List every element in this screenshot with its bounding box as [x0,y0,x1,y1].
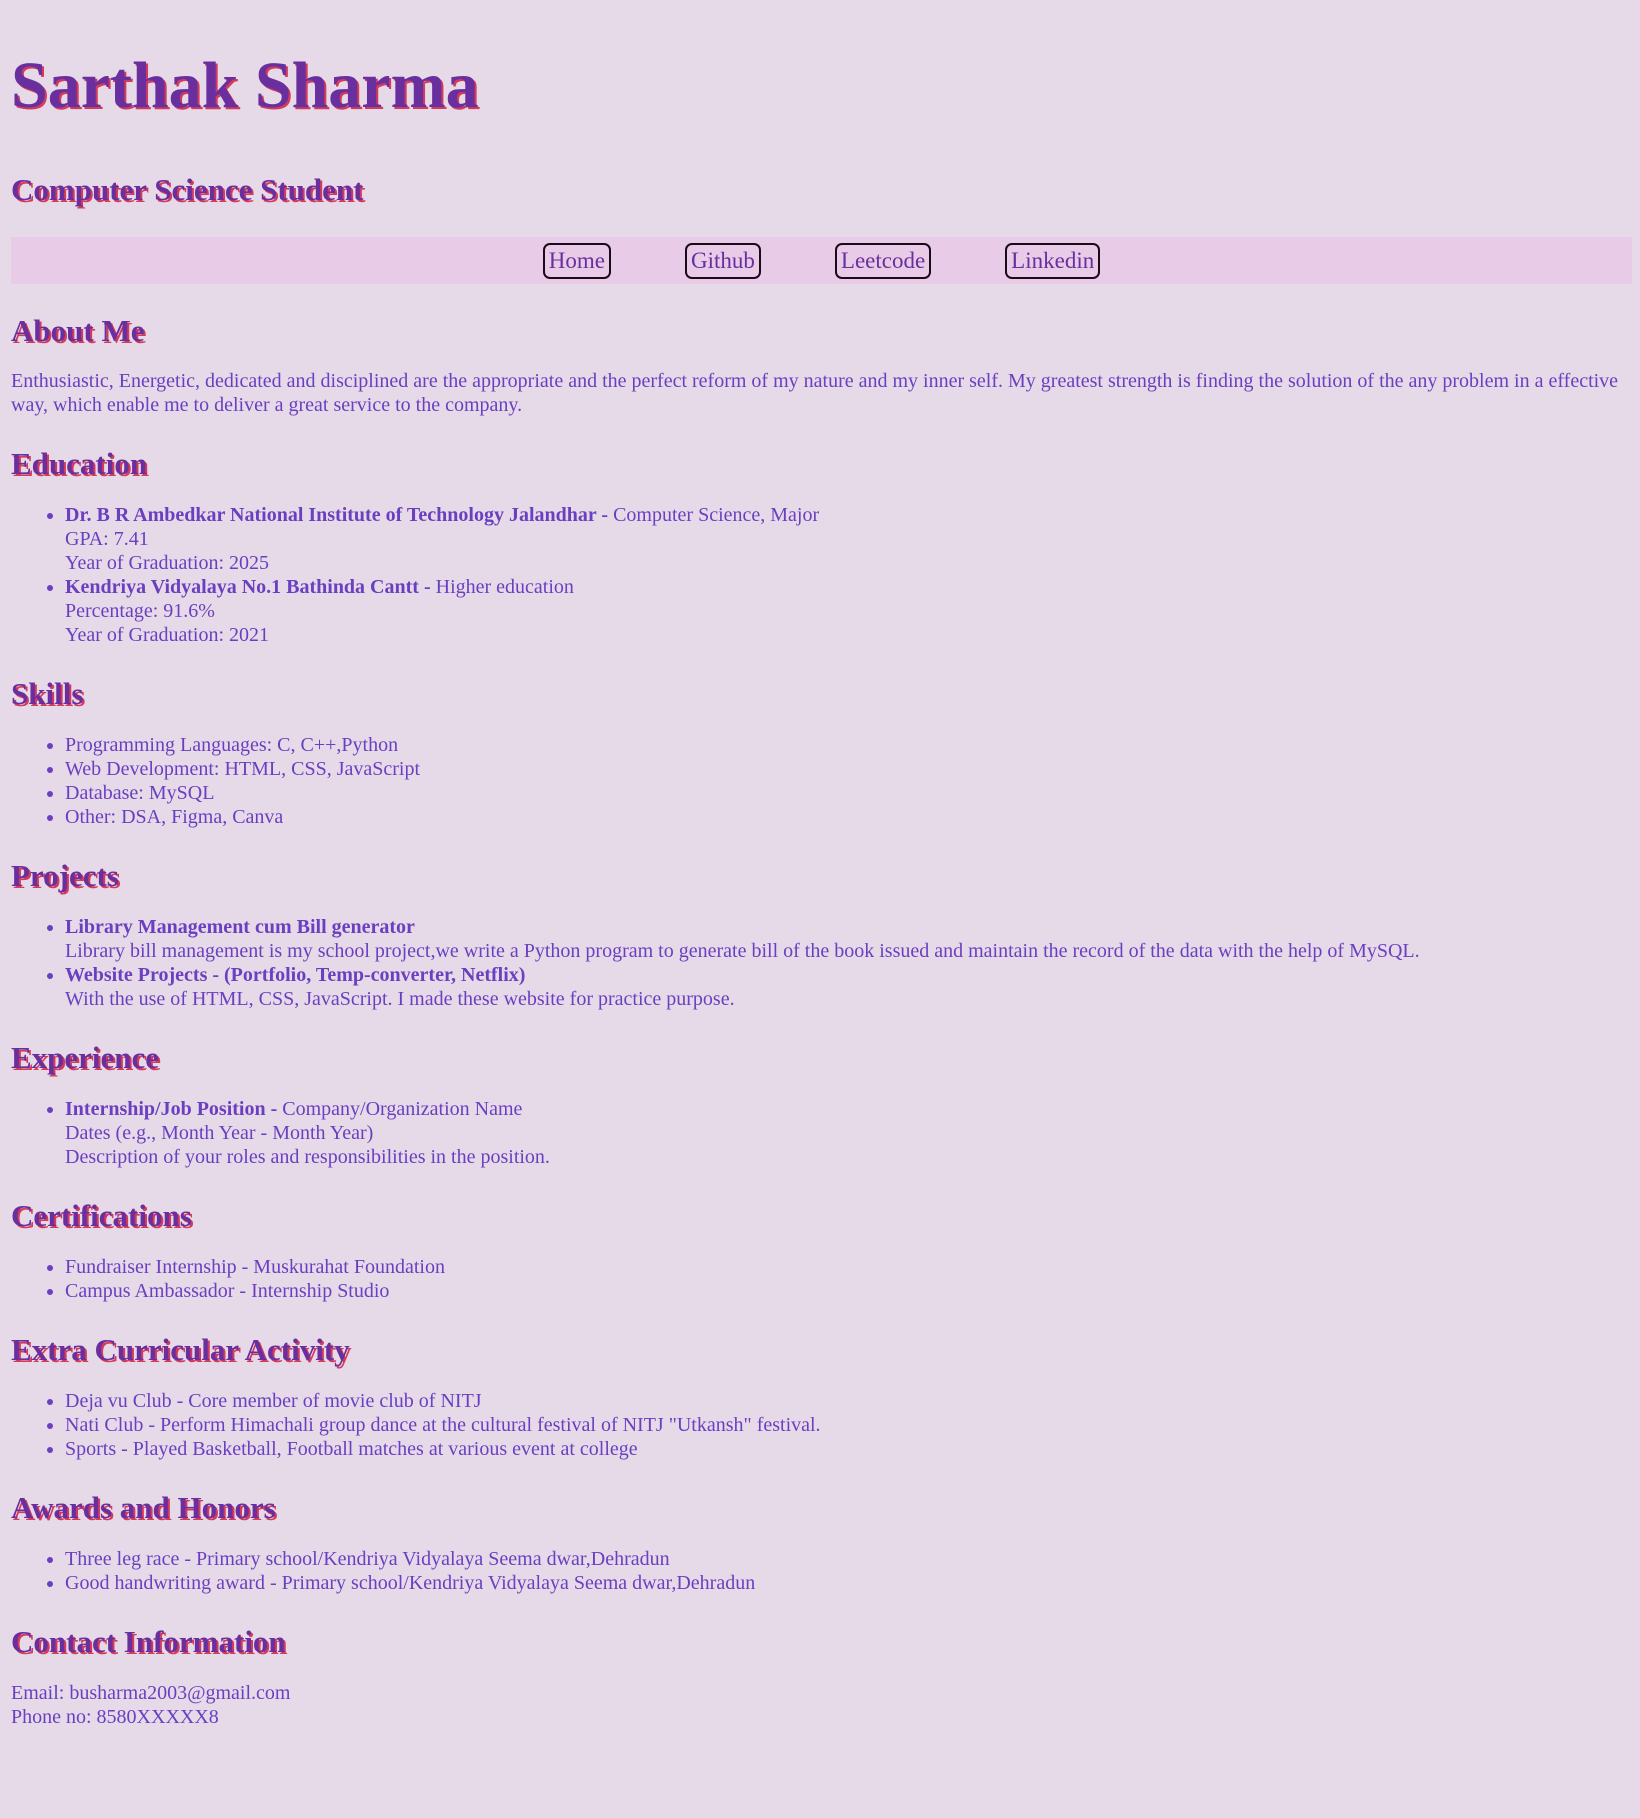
awards-heading: Awards and Honors [11,1490,276,1525]
list-item: Deja vu Club - Core member of movie club… [65,1389,1632,1413]
projects-heading: Projects [11,858,119,893]
graduation-year: Year of Graduation: 2025 [65,552,270,574]
list-item: Good handwriting award - Primary school/… [65,1571,1632,1595]
about-heading: About Me [11,313,145,348]
list-item: Internship/Job Position - Company/Organi… [65,1097,1632,1169]
certifications-heading: Certifications [11,1198,192,1233]
list-item: Database: MySQL [65,781,1632,805]
dates: Dates (e.g., Month Year - Month Year) [65,1122,374,1144]
list-item: Other: DSA, Figma, Canva [65,805,1632,829]
experience-list: Internship/Job Position - Company/Organi… [11,1097,1632,1169]
education-list: Dr. B R Ambedkar National Institute of T… [11,503,1632,647]
page-subtitle: Computer Science Student [11,172,364,207]
institution-name: Kendriya Vidyalaya No.1 Bathinda Cantt [65,576,419,598]
list-item: Programming Languages: C, C++,Python [65,733,1632,757]
certifications-list: Fundraiser Internship - Muskurahat Found… [11,1255,1632,1303]
graduation-year: Year of Graduation: 2021 [65,624,270,646]
about-text: Enthusiastic, Energetic, dedicated and d… [11,370,1619,416]
contact-phone: Phone no: 8580XXXXX8 [11,1706,219,1728]
contact-heading: Contact Information [11,1624,286,1659]
list-item: Three leg race - Primary school/Kendriya… [65,1547,1632,1571]
percentage: Percentage: 91.6% [65,600,215,622]
experience-description: Description of your roles and responsibi… [65,1146,550,1168]
list-item: Dr. B R Ambedkar National Institute of T… [65,503,1632,575]
nav-linkedin-button[interactable]: Linkedin [1005,242,1101,279]
position: Internship/Job Position [65,1098,266,1120]
program: Higher education [435,576,574,598]
list-item: Nati Club - Perform Himachali group danc… [65,1413,1632,1437]
extra-curricular-list: Deja vu Club - Core member of movie club… [11,1389,1632,1461]
nav-home-button[interactable]: Home [542,242,611,279]
separator: - [596,504,614,526]
extra-curricular-heading: Extra Curricular Activity [11,1332,350,1367]
awards-list: Three leg race - Primary school/Kendriya… [11,1547,1632,1595]
list-item: Campus Ambassador - Internship Studio [65,1279,1632,1303]
nav-leetcode-button[interactable]: Leetcode [834,242,932,279]
project-description: Library bill management is my school pro… [65,940,1420,962]
list-item: Kendriya Vidyalaya No.1 Bathinda Cantt -… [65,575,1632,647]
gpa: GPA: 7.41 [65,528,149,550]
project-title: Library Management cum Bill generator [65,916,415,938]
list-item: Fundraiser Internship - Muskurahat Found… [65,1255,1632,1279]
project-description: With the use of HTML, CSS, JavaScript. I… [65,988,735,1010]
education-heading: Education [11,446,148,481]
list-item: Sports - Played Basketball, Football mat… [65,1437,1632,1461]
separator: - [418,576,436,598]
company: Company/Organization Name [282,1098,523,1120]
program: Computer Science, Major [613,504,820,526]
institution-name: Dr. B R Ambedkar National Institute of T… [65,504,597,526]
projects-list: Library Management cum Bill generator Li… [11,915,1632,1011]
separator: - [265,1098,283,1120]
project-title: Website Projects - (Portfolio, Temp-conv… [65,964,526,986]
contact-email: Email: busharma2003@gmail.com [11,1682,291,1704]
nav-bar: Home Github Leetcode Linkedin [11,237,1632,284]
skills-heading: Skills [11,676,84,711]
page-title: Sarthak Sharma [11,49,479,122]
list-item: Web Development: HTML, CSS, JavaScript [65,757,1632,781]
list-item: Website Projects - (Portfolio, Temp-conv… [65,963,1632,1011]
skills-list: Programming Languages: C, C++,Python Web… [11,733,1632,829]
nav-github-button[interactable]: Github [685,242,761,279]
list-item: Library Management cum Bill generator Li… [65,915,1632,963]
experience-heading: Experience [11,1040,160,1075]
contact-info: Email: busharma2003@gmail.com Phone no: … [11,1681,1632,1729]
